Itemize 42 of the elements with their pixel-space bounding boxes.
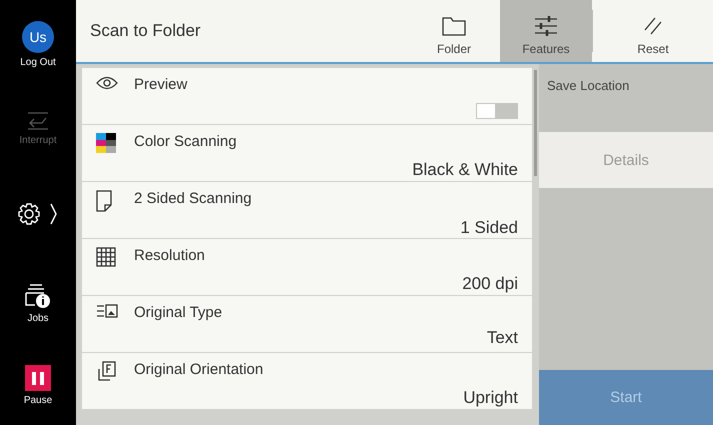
sidebar-label: Pause [24, 395, 52, 406]
feature-label: Original Type [134, 304, 224, 323]
page-title: Scan to Folder [89, 21, 202, 41]
sliders-icon [534, 16, 558, 36]
feature-row[interactable]: Original Type Text [82, 296, 532, 352]
sidebar-label: Log Out [20, 56, 56, 68]
tab[interactable]: Features [500, 0, 592, 62]
feature-label: Color Scanning [134, 133, 238, 152]
sidebar-label: Jobs [27, 312, 49, 324]
feature-row[interactable]: Original Orientation Upright [82, 353, 532, 409]
color-squares-icon [96, 133, 116, 153]
double-slash-icon [643, 16, 663, 36]
feature-label: Original Orientation [134, 361, 264, 380]
feature-row[interactable]: Preview [82, 68, 532, 124]
panel-title: Save Location [546, 77, 630, 95]
eye-icon [96, 76, 118, 90]
feature-value: Text [486, 328, 518, 348]
interrupt-icon[interactable] [26, 110, 50, 130]
feature-row[interactable]: Color Scanning Black & White [82, 125, 532, 181]
feature-value: Upright [463, 388, 518, 408]
feature-value: Black & White [412, 160, 518, 180]
preview-toggle[interactable] [476, 102, 518, 118]
feature-row[interactable]: Resolution 200 dpi [82, 239, 532, 295]
folder-icon [442, 16, 466, 36]
feature-label: Preview [134, 76, 188, 95]
tab[interactable]: Folder [408, 0, 500, 62]
grid-icon [96, 247, 116, 267]
feature-label: 2 Sided Scanning [134, 190, 253, 209]
feature-value: 1 Sided [460, 218, 518, 238]
sidebar-label: Interrupt [19, 134, 57, 146]
user-avatar[interactable]: Us [22, 20, 54, 52]
settings-icon[interactable] [17, 201, 59, 227]
pause-button[interactable] [24, 365, 51, 391]
feature-value: 200 dpi [462, 274, 518, 294]
document-letter-icon [96, 361, 116, 381]
page-icon [96, 190, 112, 212]
feature-label: Resolution [134, 247, 206, 266]
feature-row[interactable]: 2 Sided Scanning 1 Sided [82, 182, 532, 238]
jobs-info-icon[interactable] [25, 282, 51, 308]
text-image-icon [96, 304, 118, 318]
reset-button[interactable]: Reset [593, 0, 713, 62]
scrollbar-thumb[interactable] [534, 70, 537, 176]
